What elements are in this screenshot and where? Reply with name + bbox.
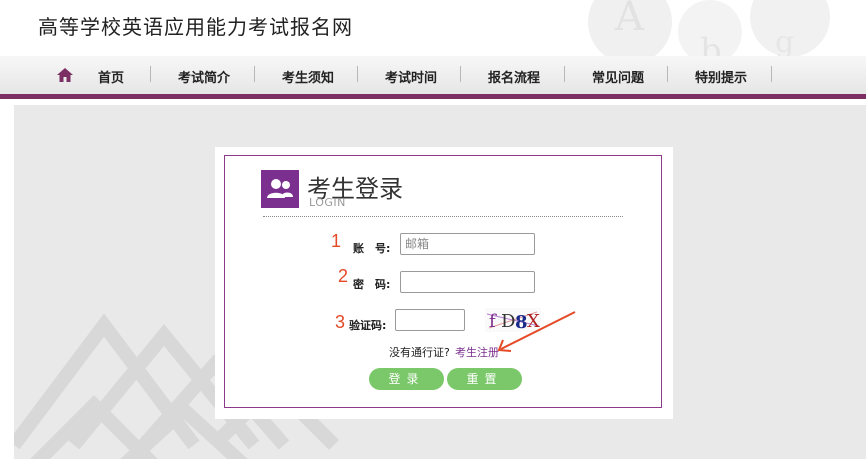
nav-item-exam-time[interactable]: 考试时间 [385, 67, 437, 86]
nav-separator [460, 66, 461, 82]
nav-separator [771, 66, 772, 82]
users-icon [267, 179, 293, 198]
nav-separator [254, 66, 255, 82]
nav-item-home[interactable]: 首页 [98, 67, 124, 86]
password-label: 密 码: [353, 278, 391, 291]
login-button[interactable]: 登录 [369, 368, 444, 390]
login-panel: 考生登录 LOGIN 1 账 号: 2 密 码: 3 验证码: f D 8 X … [224, 155, 662, 408]
login-subtitle: LOGIN [309, 196, 346, 209]
register-link[interactable]: 考生注册 [455, 344, 499, 360]
svg-text:b: b [700, 31, 722, 56]
nav-item-exam-intro[interactable]: 考试简介 [178, 67, 230, 86]
svg-text:g: g [775, 25, 794, 56]
login-card: 考生登录 LOGIN 1 账 号: 2 密 码: 3 验证码: f D 8 X … [215, 147, 673, 419]
nav-item-faq[interactable]: 常见问题 [592, 67, 644, 86]
site-header: 高等学校英语应用能力考试报名网 A b g [0, 0, 866, 56]
reset-button[interactable]: 重置 [447, 368, 522, 390]
site-title: 高等学校英语应用能力考试报名网 [38, 15, 353, 39]
annotation-arrow [497, 311, 576, 352]
annotation-number: 2 [338, 266, 349, 286]
nav-separator [667, 66, 668, 82]
account-label: 账 号: [353, 242, 391, 255]
captcha-field[interactable] [395, 309, 465, 331]
nav-item-candidate-notice[interactable]: 考生须知 [282, 67, 334, 86]
login-badge [261, 170, 299, 208]
email-field[interactable] [400, 233, 535, 255]
captcha-label: 验证码: [349, 319, 387, 332]
nav-item-registration-process[interactable]: 报名流程 [488, 67, 540, 86]
divider [263, 216, 623, 217]
password-field[interactable] [400, 271, 535, 293]
annotation-number: 3 [335, 312, 346, 332]
decorative-letters: A b g [588, 0, 830, 56]
annotation-number: 1 [331, 231, 342, 251]
no-pass-text: 没有通行证? [389, 346, 450, 359]
nav-separator [150, 66, 151, 82]
nav-separator [564, 66, 565, 82]
svg-text:A: A [614, 0, 645, 40]
nav-item-special-notice[interactable]: 特别提示 [695, 67, 747, 86]
home-icon[interactable] [56, 66, 74, 84]
nav-separator [357, 66, 358, 82]
main-nav: 首页 考试简介 考生须知 考试时间 报名流程 常见问题 特别提示 [0, 56, 866, 99]
